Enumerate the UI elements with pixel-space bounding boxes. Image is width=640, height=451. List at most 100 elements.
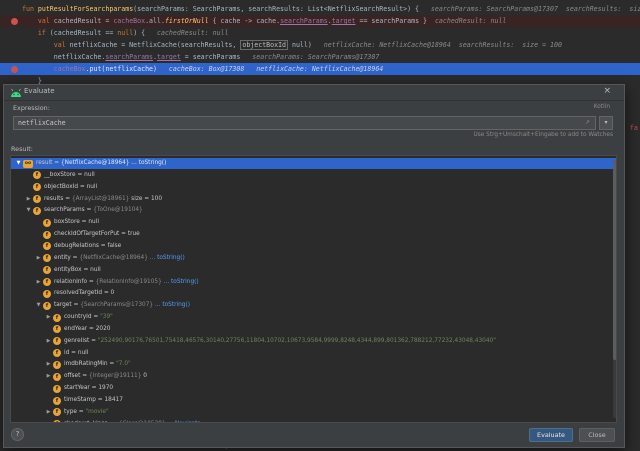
code-token: fun xyxy=(22,5,38,13)
field-icon: f xyxy=(53,372,61,381)
tree-node[interactable]: ▶ f relationInfo = {RelationInfo@19105} ..… xyxy=(11,277,616,288)
field-icon: f xyxy=(43,278,51,286)
code-token: val xyxy=(22,17,54,25)
tree-node[interactable]: ▶ f imdbRatingMin = "7.0" xyxy=(11,359,616,370)
collapse-arrow-icon[interactable]: ▼ xyxy=(15,158,22,169)
expand-arrow-icon[interactable]: ▶ xyxy=(45,336,52,347)
tree-node[interactable]: f debugRelations = false xyxy=(11,241,616,252)
tree-node[interactable]: f checkIdOfTargetForPut = true xyxy=(11,229,616,240)
expand-arrow-icon[interactable]: ▶ xyxy=(45,371,52,382)
tostring-link[interactable]: ... Navigate xyxy=(166,421,201,422)
code-line[interactable]: netflixCache.searchParams.target = searc… xyxy=(0,51,640,63)
tree-node[interactable]: ▼ f target = {SearchParams@17307} ... toSt… xyxy=(11,300,616,311)
code-line[interactable]: cacheBox.put(netflixCache) cacheBox: Box… xyxy=(0,63,640,75)
field-icon: f xyxy=(53,408,61,417)
field-name: timeStamp xyxy=(64,397,96,403)
code-token: .put(netflixCache) xyxy=(85,65,157,73)
collapse-arrow-icon[interactable]: ▼ xyxy=(35,300,42,311)
tree-node[interactable]: ▶fshadow$_klass_ = {Class@10528} ... Nav… xyxy=(11,419,616,422)
field-value: = 2020 xyxy=(87,325,111,332)
tree-node[interactable]: ▼ f searchParams = {ToOne@19104} xyxy=(11,205,616,216)
tree-node-text: imdbRatingMin = "7.0" xyxy=(64,359,131,370)
tostring-link[interactable]: ... toString() xyxy=(153,302,190,308)
field-name: checkIdOfTargetForPut xyxy=(54,231,120,238)
tostring-link[interactable]: ... toString() xyxy=(129,160,166,166)
scrollbar-thumb[interactable] xyxy=(613,160,616,360)
tree-node[interactable]: f timeStamp = 18417 xyxy=(11,395,616,406)
expand-arrow-icon[interactable]: ▶ xyxy=(45,407,52,418)
field-icon: f xyxy=(53,349,61,358)
code-token: target xyxy=(331,17,356,25)
field-name: objectBoxId xyxy=(44,183,79,190)
tree-node-text: target = {SearchParams@17307} ... toStri… xyxy=(54,300,190,311)
field-icon: f xyxy=(53,420,61,422)
help-button[interactable]: ? xyxy=(11,428,24,441)
dialog-title-bar[interactable]: Evaluate × xyxy=(4,85,624,101)
evaluate-button[interactable]: Evaluate xyxy=(529,428,573,442)
code-token: = searchParams xyxy=(180,53,241,61)
tree-node[interactable]: ▶ f results = {ArrayList@18961} size = 100 xyxy=(11,194,616,205)
tostring-link[interactable]: ... toString() xyxy=(148,255,185,261)
tree-node[interactable]: ▶ f offset = {Integer@19111} 0 xyxy=(11,371,616,382)
field-type: {ToOne@19104} xyxy=(93,207,143,214)
tree-node[interactable]: f endYear = 2020 xyxy=(11,324,616,335)
tree-node[interactable]: f id = null xyxy=(11,348,616,359)
close-button[interactable]: Close xyxy=(579,428,615,442)
tree-node-text: startYear = 1970 xyxy=(64,383,113,394)
field-type: {ArrayList@18961} xyxy=(71,195,130,202)
string-value: "39" xyxy=(100,314,113,321)
field-icon: f xyxy=(43,254,51,263)
expand-arrow-icon[interactable]: ▶ xyxy=(35,277,42,288)
expand-arrow-icon[interactable]: ▶ xyxy=(45,312,52,323)
tree-node[interactable]: f objectBoxId = null xyxy=(11,182,616,193)
tree-node[interactable]: f entityBox = null xyxy=(11,265,616,276)
equals-sign: = xyxy=(80,373,89,380)
tree-node-text: type = "movie" xyxy=(64,407,109,418)
code-token: searchParams xyxy=(280,17,328,25)
expand-icon[interactable]: ↗ xyxy=(585,119,590,126)
expand-arrow-icon[interactable]: ▶ xyxy=(35,253,42,264)
code-line[interactable]: val netflixCache = NetflixCache(searchRe… xyxy=(0,39,640,51)
tree-node[interactable]: ▶ f entity = {NetflixCache@18964} ... toSt… xyxy=(11,253,616,264)
tree-scrollbar[interactable] xyxy=(613,160,616,418)
expand-arrow-icon[interactable]: ▶ xyxy=(45,419,52,422)
expand-arrow-icon[interactable]: ▶ xyxy=(45,359,52,370)
code-token: cachedResult: null xyxy=(145,29,229,37)
field-type: {RelationInfo@19105} xyxy=(95,278,162,285)
code-token: cachedResult: null xyxy=(427,17,507,25)
collapse-arrow-icon[interactable]: ▼ xyxy=(25,205,32,216)
code-line[interactable]: val cachedResult = cacheBox.all.firstOrN… xyxy=(0,15,640,27)
tree-node[interactable]: ▼ oo result = {NetflixCache@18964} ... toS… xyxy=(11,158,616,169)
expression-input[interactable] xyxy=(13,116,596,130)
field-name: boxStore xyxy=(54,219,80,226)
code-line[interactable]: fun putResultForSearchparams(searchParam… xyxy=(0,3,640,15)
expand-arrow-icon[interactable]: ▶ xyxy=(25,194,32,205)
field-value: = 0 xyxy=(102,290,115,297)
language-selector[interactable]: Kotlin xyxy=(594,104,610,110)
breakpoint-icon[interactable] xyxy=(11,66,18,73)
tree-node[interactable]: ▶ f genrelist = "252490,90176,76501,75418,… xyxy=(11,336,616,347)
tree-node[interactable]: ▶ f countryId = "39" xyxy=(11,312,616,323)
code-token: cacheBox xyxy=(53,65,86,73)
field-value: = null xyxy=(79,219,99,226)
result-tree[interactable]: ▼ oo result = {NetflixCache@18964} ... toS… xyxy=(10,155,617,423)
close-icon[interactable]: × xyxy=(603,86,611,96)
code-token: .all. xyxy=(145,17,165,25)
code-line[interactable]: if (cachedResult == null) { cachedResult… xyxy=(0,27,640,39)
tree-node[interactable]: f boxStore = null xyxy=(11,217,616,228)
tree-node[interactable]: f __boxStore = null xyxy=(11,170,616,181)
tree-node[interactable]: f startYear = 1970 xyxy=(11,383,616,394)
equals-sign: = xyxy=(107,361,117,368)
tree-node[interactable]: ▶ f type = "movie" xyxy=(11,407,616,418)
breakpoint-icon[interactable] xyxy=(11,18,18,25)
field-value: = null xyxy=(69,349,89,356)
field-icon: f xyxy=(33,171,41,180)
tree-node[interactable]: f resolvedTargetId = 0 xyxy=(11,288,616,299)
history-dropdown-button[interactable]: ▾ xyxy=(599,116,613,130)
code-token: searchParams: SearchParams@17307 xyxy=(240,53,380,61)
equals-sign: = xyxy=(87,278,96,285)
field-value: 0 xyxy=(141,373,147,380)
tree-node-text: id = null xyxy=(64,348,88,359)
equals-sign: = xyxy=(110,421,119,422)
tostring-link[interactable]: ... toString() xyxy=(162,279,199,285)
